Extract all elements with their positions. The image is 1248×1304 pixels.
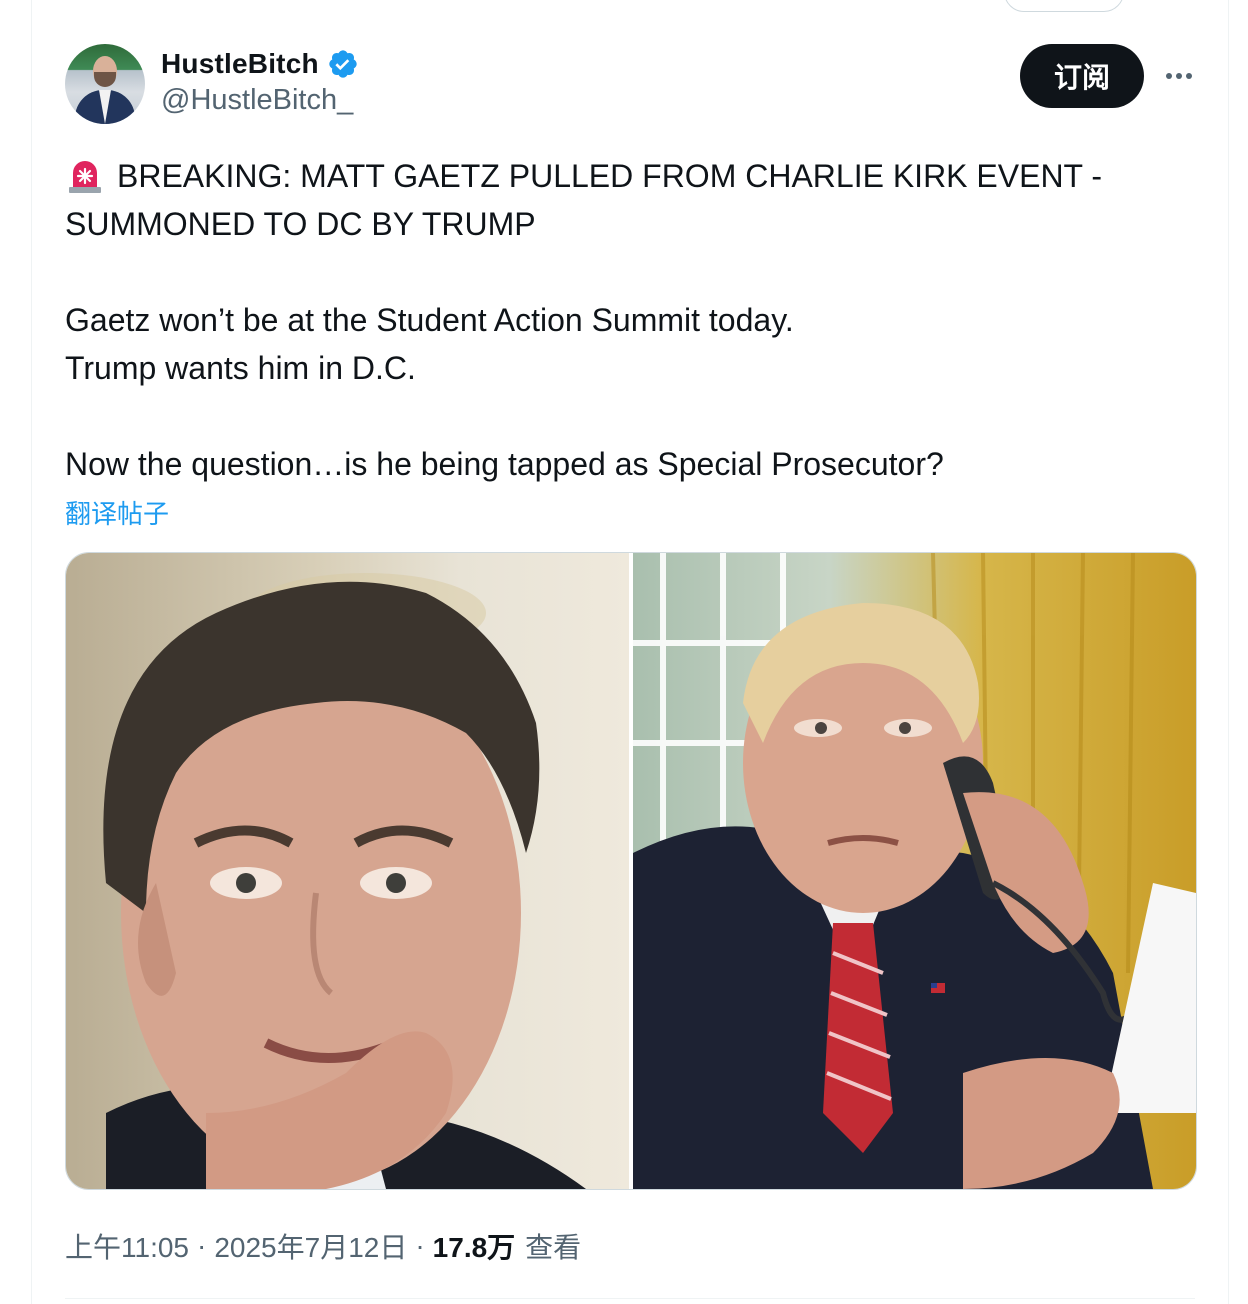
media-grid: [65, 552, 1197, 1190]
views-label: 查看: [525, 1232, 582, 1263]
tweet-time[interactable]: 上午11:05: [65, 1226, 189, 1266]
views-count: 17.8万: [432, 1232, 516, 1263]
author-name-row: HustleBitch: [161, 44, 359, 84]
tweet-date[interactable]: 2025年7月12日: [214, 1226, 407, 1266]
tweet-headline-block: BREAKING: MATT GAETZ PULLED FROM CHARLIE…: [65, 152, 1185, 248]
divider: [65, 1298, 1195, 1299]
tweet-paragraph-2: Now the question…is he being tapped as S…: [65, 446, 944, 482]
tweet: HustleBitch @HustleBitch_ 订阅 BREAKING: M…: [32, 0, 1228, 1304]
author-display-name[interactable]: HustleBitch: [161, 48, 319, 80]
avatar[interactable]: [65, 44, 145, 124]
avatar-beard: [94, 72, 116, 87]
tweet-paragraph-1: Gaetz won’t be at the Student Action Sum…: [65, 302, 794, 386]
meta-separator: ·: [197, 1230, 207, 1261]
photo-right[interactable]: [633, 553, 1196, 1189]
subscribe-button[interactable]: 订阅: [1020, 44, 1144, 108]
more-horizontal-icon-dot: [1186, 73, 1192, 79]
verified-badge-icon[interactable]: [327, 48, 359, 80]
more-horizontal-icon: [1166, 73, 1172, 79]
translate-post-link[interactable]: 翻译帖子: [65, 494, 169, 531]
meta-separator: ·: [415, 1230, 425, 1261]
author-handle[interactable]: @HustleBitch_: [161, 84, 353, 117]
rotating-light-emoji-icon: [65, 157, 105, 193]
more-horizontal-icon-dot: [1176, 73, 1182, 79]
photo-left[interactable]: [66, 553, 629, 1189]
more-options-button[interactable]: [1158, 56, 1200, 96]
tweet-meta-row: 上午11:05 · 2025年7月12日 · 17.8万 查看: [65, 1226, 581, 1266]
timeline-column-border-right: [1228, 0, 1229, 1304]
tweet-headline: BREAKING: MATT GAETZ PULLED FROM CHARLIE…: [65, 158, 1103, 242]
